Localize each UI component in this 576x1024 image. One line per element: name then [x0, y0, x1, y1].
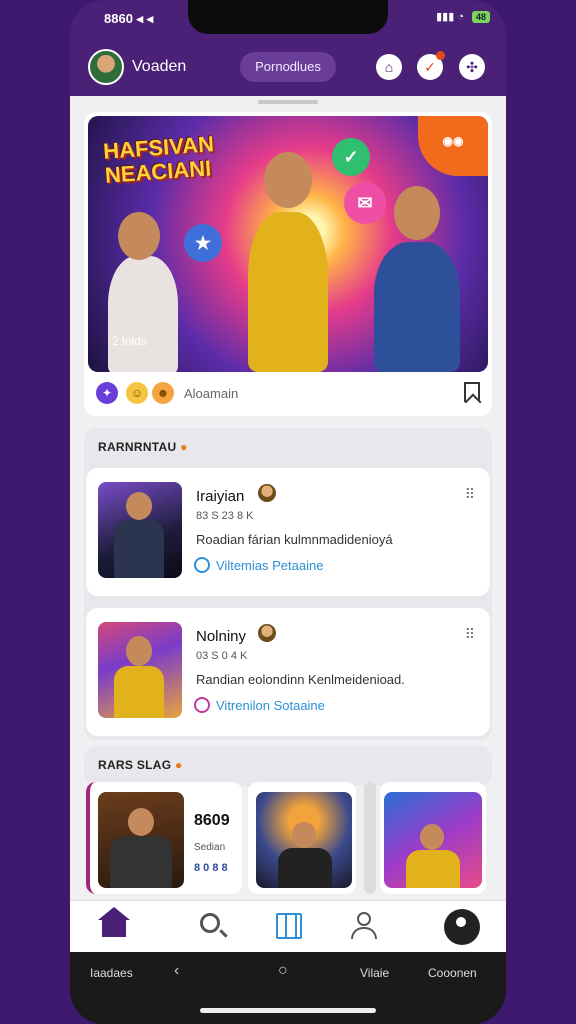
laugh-reaction-icon[interactable]: ☻ [152, 382, 174, 404]
list-item[interactable]: Iraiyian 83 S 23 8 K Roadian fárian kulm… [86, 468, 490, 596]
person-left-head [118, 212, 160, 260]
carousel-card-image[interactable] [384, 792, 482, 888]
list-item-description: Randian eolondinn Kenlmeidenioad. [196, 672, 405, 687]
featured-tag: 2 lolds [112, 334, 147, 348]
camera-notch [188, 0, 388, 34]
list-item-meta: 03 S 0 4 K [196, 650, 248, 662]
status-time: 8860 ◂ ◂ [104, 11, 154, 26]
sparkle-reaction-icon[interactable]: ✦ [96, 382, 118, 404]
notification-badge [436, 51, 445, 60]
carousel-divider [364, 782, 376, 894]
list-item-description: Roadian fárian kulmnmadidenioyá [196, 532, 393, 547]
system-label-left[interactable]: Iaadaes [90, 966, 133, 980]
notification-icon[interactable]: ✓ [417, 51, 445, 80]
creator-avatar[interactable] [258, 624, 276, 642]
list-item-title: Nolniny [196, 628, 247, 645]
heart-icon [194, 557, 210, 573]
battery-icon: 48 [471, 10, 490, 23]
section-heading-stars: RARS SLAG ● [98, 758, 183, 772]
carousel-card-count: 8609 [194, 812, 230, 829]
profile-icon[interactable] [346, 909, 382, 945]
chat-bubble-icon: ✉ [344, 182, 386, 224]
carousel-card[interactable]: 8609 Sedian 8 0 8 8 [86, 782, 242, 894]
carousel-card-stats: 8 0 8 8 [194, 862, 228, 874]
home-nav-icon[interactable]: ○ [278, 962, 288, 980]
list-item-link[interactable]: Viltemias Petaaine [216, 558, 323, 573]
gamepad-badge-icon: ◉◉ [418, 116, 488, 176]
home-icon[interactable] [96, 907, 132, 945]
carousel-card-image[interactable] [98, 792, 184, 888]
list-item-link[interactable]: Vitrenilon Sotaaine [216, 698, 325, 713]
back-icon[interactable]: ‹ [174, 962, 179, 980]
featured-title: HAFSIVAN NEACIANI [102, 131, 215, 188]
smile-reaction-icon[interactable]: ☺ [126, 382, 148, 404]
stars-carousel[interactable]: 8609 Sedian 8 0 8 8 [84, 782, 504, 898]
bottom-tab-bar [70, 900, 506, 952]
status-icons: ▮▮▮ ◔ 48 [436, 10, 490, 23]
list-item-meta: 83 S 23 8 K [196, 510, 254, 522]
home-indicator[interactable] [200, 1008, 376, 1013]
status-bar: 8860 ◂ ◂ ▮▮▮ ◔ 48 [70, 0, 506, 38]
system-label-right2[interactable]: Cooonen [428, 966, 477, 980]
person-right [374, 242, 460, 372]
list-item-title: Iraiyian [196, 488, 245, 505]
carousel-card-subtitle: Sedian [194, 842, 226, 853]
carousel-card[interactable] [248, 782, 356, 894]
list-item[interactable]: Nolniny 03 S 0 4 K Randian eolondinn Ken… [86, 608, 490, 736]
drag-handle[interactable] [258, 100, 318, 104]
record-icon[interactable] [444, 909, 480, 945]
bookmark-icon[interactable] [464, 382, 480, 402]
person-center-head [264, 152, 312, 208]
featured-card[interactable]: HAFSIVAN NEACIANI ✓ ✉ ★ ◉◉ 2 lolds ✦ ☺ ☻ [84, 112, 492, 416]
person-right-head [394, 186, 440, 240]
list-item-thumbnail[interactable] [98, 622, 182, 718]
search-icon[interactable] [194, 909, 230, 945]
community-icon[interactable]: ⌂ [376, 54, 402, 80]
list-item-thumbnail[interactable] [98, 482, 182, 578]
avatar[interactable] [88, 49, 124, 85]
heart-icon [194, 697, 210, 713]
featured-image[interactable]: HAFSIVAN NEACIANI ✓ ✉ ★ ◉◉ 2 lolds [88, 116, 488, 372]
creator-avatar[interactable] [258, 484, 276, 502]
carousel-card[interactable] [380, 782, 486, 894]
person-left [108, 256, 178, 372]
main-feed[interactable]: HAFSIVAN NEACIANI ✓ ✉ ★ ◉◉ 2 lolds ✦ ☺ ☻ [70, 96, 506, 900]
app-header: Voaden Pornodlues ⌂ ✓ ✣ [70, 38, 506, 96]
person-center [248, 212, 328, 372]
gamepad-icon[interactable]: ✣ [459, 54, 485, 80]
newspaper-icon[interactable] [270, 909, 306, 945]
more-icon[interactable]: ⠿ [465, 626, 475, 643]
section-heading-trending: RARNRNTAU ● [98, 440, 188, 454]
phone-frame: 8860 ◂ ◂ ▮▮▮ ◔ 48 Voaden Pornodlues ⌂ ✓ … [70, 0, 506, 1024]
carousel-card-image[interactable] [256, 792, 352, 888]
app-title: Voaden [132, 58, 187, 75]
more-icon[interactable]: ⠿ [465, 486, 475, 503]
featured-author[interactable]: Aloamain [184, 386, 238, 401]
check-bubble-icon: ✓ [332, 138, 370, 176]
signal-icon: ▮▮▮ ◔ [436, 11, 464, 23]
filter-pill-button[interactable]: Pornodlues [240, 52, 336, 82]
star-bubble-icon: ★ [184, 224, 222, 262]
system-label-right1[interactable]: Vilaie [360, 966, 389, 980]
featured-actions: ✦ ☺ ☻ Aloamain [94, 380, 484, 408]
system-nav-bar: Iaadaes ‹ ○ Vilaie Cooonen [70, 952, 506, 1024]
